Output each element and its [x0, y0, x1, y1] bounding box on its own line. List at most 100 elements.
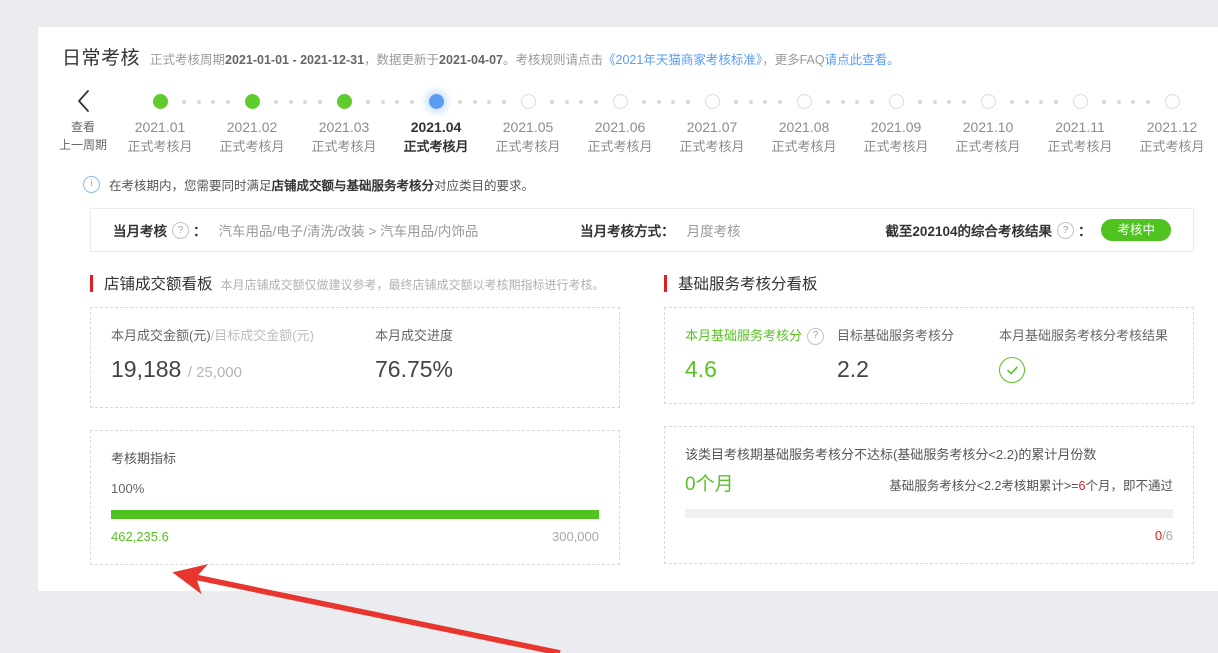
connector-dot	[869, 99, 874, 104]
period-prefix: 正式考核周期	[150, 53, 226, 67]
gmv-board-header: 店铺成交额看板 本月店铺成交额仅做建议参考，最终店铺成交额以考核期指标进行考核。	[90, 272, 620, 294]
timeline-month-type: 正式考核月	[219, 139, 285, 154]
period-indicator-pct: 100%	[111, 481, 145, 496]
timeline-connector	[160, 99, 252, 104]
gmv-metrics: 本月成交金额(元) / 目标成交金额(元) 19,188 / 25,000 本月…	[111, 326, 599, 387]
gmv-board: 店铺成交额看板 本月店铺成交额仅做建议参考，最终店铺成交额以考核期指标进行考核。…	[90, 272, 642, 565]
timeline-month-2021.01[interactable]: 2021.01 正式考核月	[114, 88, 230, 157]
timeline-month-type: 正式考核月	[311, 139, 377, 154]
fail-months-fraction-row: 0/6	[685, 528, 1173, 543]
view-previous-cycle-button[interactable]: 查看 上一周期	[58, 84, 108, 154]
metric-monthly-score-label: 本月基础服务考核分 ?	[685, 326, 837, 346]
timeline-dot-done[interactable]	[336, 93, 352, 109]
timeline-dot-future[interactable]	[888, 93, 904, 109]
assessment-method-group: 当月考核方式： 月度考核	[580, 220, 741, 240]
service-score-metrics: 本月基础服务考核分 ? 4.6 目标基础服务考核分 2.2 本月基础服务考核分考…	[685, 326, 1173, 383]
timeline-month-type: 正式考核月	[403, 139, 469, 154]
timeline-month-type: 正式考核月	[679, 139, 745, 154]
timeline-dot-future[interactable]	[704, 93, 720, 109]
overall-result-group: 截至202104的综合考核结果 ? ： 考核中	[885, 219, 1171, 241]
fraction-denominator: /6	[1162, 528, 1173, 543]
timeline-connector	[712, 99, 804, 104]
faq-link[interactable]: 请点此查看。	[825, 53, 900, 67]
metric-monthly-score-value: 4.6	[685, 356, 717, 382]
timeline-dot-future[interactable]	[980, 93, 996, 109]
timeline-dot-future[interactable]	[796, 93, 812, 109]
timeline-month-type: 正式考核月	[955, 139, 1021, 154]
timeline-connector	[344, 99, 436, 104]
connector-dot	[932, 99, 937, 104]
timeline-month-2021.04[interactable]: 2021.04 正式考核月	[390, 88, 506, 157]
notice-text: 在考核期内，您需要同时满足店铺成交额与基础服务考核分对应类目的要求。	[109, 175, 534, 194]
period-indicator-card: 考核期指标 100% 462,235.6 300,000	[90, 430, 620, 565]
timeline-month-2021.11[interactable]: 2021.11 正式考核月	[1034, 88, 1150, 157]
rule-postfix: 个月，即不通过	[1085, 479, 1173, 493]
metric-score-result: 本月基础服务考核分考核结果	[999, 326, 1168, 383]
timeline-month-2021.10[interactable]: 2021.10 正式考核月	[942, 88, 1058, 157]
connector-dot	[472, 99, 477, 104]
assessment-summary-bar: 当月考核 ? ： 汽车用品/电子/清洗/改装 > 汽车用品/内饰品 当月考核方式…	[90, 208, 1194, 252]
timeline-dot-done[interactable]	[152, 93, 168, 109]
timeline-dot-future[interactable]	[1164, 93, 1180, 109]
timeline-dot-done[interactable]	[244, 93, 260, 109]
timeline-month-name: 2021.08	[778, 119, 830, 135]
metric-monthly-progress-value: 76.75%	[375, 356, 454, 382]
connector-dot	[274, 99, 279, 104]
period-indicator-title: 考核期指标	[111, 451, 177, 466]
timeline-dot-current[interactable]	[428, 93, 444, 109]
period-range: 2021-01-01 - 2021-12-31	[225, 53, 365, 67]
timeline-connector	[528, 99, 620, 104]
timeline-month-type: 正式考核月	[587, 139, 653, 154]
connector-dot	[734, 99, 739, 104]
connector-dot	[366, 99, 371, 104]
notice-text-pre: 在考核期内，您需要同时满足	[109, 179, 272, 193]
connector-dot	[918, 99, 923, 104]
accent-bar-icon	[90, 275, 93, 292]
timeline-month-2021.12[interactable]: 2021.12 正式考核月	[1126, 88, 1218, 157]
timeline-dot-future[interactable]	[612, 93, 628, 109]
connector-dot	[211, 99, 216, 104]
connector-dot	[487, 99, 492, 104]
monthly-amount-label-target: 目标成交金额(元)	[214, 328, 314, 343]
gmv-metrics-card: 本月成交金额(元) / 目标成交金额(元) 19,188 / 25,000 本月…	[90, 307, 620, 408]
connector-dot	[501, 99, 506, 104]
monthly-amount-current: 19,188	[111, 356, 182, 382]
timeline-month-name: 2021.11	[1055, 119, 1105, 135]
timeline-month-type: 正式考核月	[127, 139, 193, 154]
metric-target-score-value: 2.2	[837, 356, 869, 382]
metric-target-score: 目标基础服务考核分 2.2	[837, 326, 999, 383]
connector-dot	[225, 99, 230, 104]
timeline-connector	[620, 99, 712, 104]
help-icon-overall-result[interactable]: ?	[1056, 221, 1074, 239]
connector-dot	[826, 99, 831, 104]
timeline-month-2021.03[interactable]: 2021.03 正式考核月	[298, 88, 414, 157]
timeline-connector	[804, 99, 896, 104]
monthly-score-label-text: 本月基础服务考核分	[685, 328, 803, 343]
connector-dot	[395, 99, 400, 104]
connector-dot	[1024, 99, 1029, 104]
chevron-left-icon[interactable]	[58, 84, 108, 118]
timeline-month-name: 2021.10	[962, 119, 1014, 135]
timeline-month-2021.06[interactable]: 2021.06 正式考核月	[574, 88, 690, 157]
faq-prefix: ，更多FAQ	[762, 53, 825, 67]
overall-result-colon: ：	[1077, 224, 1092, 239]
connector-dot	[1010, 99, 1015, 104]
connector-dot	[303, 99, 308, 104]
timeline-month-2021.09[interactable]: 2021.09 正式考核月	[850, 88, 966, 157]
metric-monthly-progress-label: 本月成交进度	[375, 328, 454, 343]
timeline-month-2021.08[interactable]: 2021.08 正式考核月	[758, 88, 874, 157]
timeline-connector	[896, 99, 988, 104]
help-icon-current-assessment[interactable]: ?	[172, 221, 189, 239]
connector-dot	[1116, 99, 1121, 104]
timeline-month-2021.05[interactable]: 2021.05 正式考核月	[482, 88, 598, 157]
timeline-month-2021.07[interactable]: 2021.07 正式考核月	[666, 88, 782, 157]
service-score-metrics-card: 本月基础服务考核分 ? 4.6 目标基础服务考核分 2.2 本月基础服务考核分考…	[664, 307, 1194, 404]
metric-monthly-amount: 本月成交金额(元) / 目标成交金额(元) 19,188 / 25,000	[111, 326, 375, 387]
timeline-dot-future[interactable]	[1072, 93, 1088, 109]
help-icon-monthly-score[interactable]: ?	[807, 327, 825, 345]
timeline-month-2021.02[interactable]: 2021.02 正式考核月	[206, 88, 322, 157]
connector-dot	[579, 99, 584, 104]
timeline-month-type: 正式考核月	[495, 139, 561, 154]
assessment-standard-link[interactable]: 《2021年天猫商家考核标准》	[603, 53, 762, 67]
timeline-dot-future[interactable]	[520, 93, 536, 109]
